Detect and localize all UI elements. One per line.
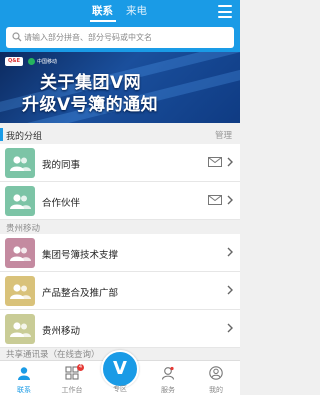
group-label: 我的同事 <box>42 160 81 171</box>
service-icon <box>161 366 175 380</box>
group-row-colleagues[interactable]: 我的同事 <box>0 144 240 182</box>
guizhou-section-header: 贵州移动 <box>0 220 240 234</box>
group-label: 产品整合及推广部 <box>42 288 119 299</box>
search-box[interactable] <box>6 27 234 48</box>
my-groups-title: 我的分组 <box>6 132 43 142</box>
guizhou-section-title: 贵州移动 <box>6 224 41 234</box>
group-row-partners[interactable]: 合作伙伴 <box>0 182 240 220</box>
tab-contacts[interactable]: 联系 <box>92 3 113 18</box>
group-row-product-promotion[interactable]: 产品整合及推广部 <box>0 272 240 310</box>
tabbar-label: 联系 <box>17 386 31 394</box>
group-row-guizhou-mobile[interactable]: 贵州移动 <box>0 310 240 348</box>
chevron-right-icon <box>227 247 233 257</box>
search-icon <box>12 32 22 42</box>
group-label: 集团号簿技术支撑 <box>42 250 119 261</box>
group-label: 合作伙伴 <box>42 198 81 209</box>
my-groups-header: 我的分组 管理 <box>0 125 240 144</box>
partner-logo: Q&E <box>5 57 23 66</box>
tabbar-item-service[interactable]: 服务 <box>144 361 192 395</box>
tabbar-label: 工作台 <box>61 386 83 394</box>
chevron-right-icon <box>227 195 233 205</box>
special-zone-button[interactable]: V <box>101 350 139 388</box>
manage-button[interactable]: 管理 <box>215 129 232 141</box>
group-row-tech-support[interactable]: 集团号簿技术支撑 <box>0 234 240 272</box>
tabbar-item-contacts[interactable]: 联系 <box>0 361 48 395</box>
group-label: 贵州移动 <box>42 326 81 337</box>
group-avatar-icon <box>5 314 35 344</box>
chevron-right-icon <box>227 285 233 295</box>
banner-title-line2: 升级V号簿的通知 <box>22 95 159 115</box>
china-mobile-logo: 中国移动 <box>28 58 57 65</box>
search-bar <box>0 24 240 52</box>
shared-directory-title: 共享通讯录（在线查询） <box>6 350 100 360</box>
tabbar-item-profile[interactable]: 我的 <box>192 361 240 395</box>
announcement-banner[interactable]: Q&E 中国移动 关于集团V网 升级V号簿的通知 <box>0 52 240 123</box>
chevron-right-icon <box>227 157 233 167</box>
mail-icon[interactable] <box>208 195 222 205</box>
group-avatar-icon <box>5 148 35 178</box>
v-icon: V <box>113 358 127 379</box>
person-icon <box>18 367 30 380</box>
tabbar-label-special-zone: 专区 <box>113 385 127 393</box>
chevron-right-icon <box>227 323 233 333</box>
menu-icon[interactable] <box>218 5 232 18</box>
top-bar: 联系 来电 <box>0 0 240 24</box>
active-tab-indicator <box>90 20 116 22</box>
search-input[interactable] <box>24 29 224 46</box>
mail-icon[interactable] <box>208 157 222 167</box>
tabbar-label: 我的 <box>209 386 223 394</box>
group-avatar-icon <box>5 186 35 216</box>
notification-badge: 4 <box>77 364 84 371</box>
profile-icon <box>209 366 223 380</box>
group-avatar-icon <box>5 276 35 306</box>
group-avatar-icon <box>5 238 35 268</box>
tab-incoming-calls[interactable]: 来电 <box>126 3 147 18</box>
tabbar-item-workbench[interactable]: 4 工作台 <box>48 361 96 395</box>
tabbar-label: 服务 <box>161 386 175 394</box>
